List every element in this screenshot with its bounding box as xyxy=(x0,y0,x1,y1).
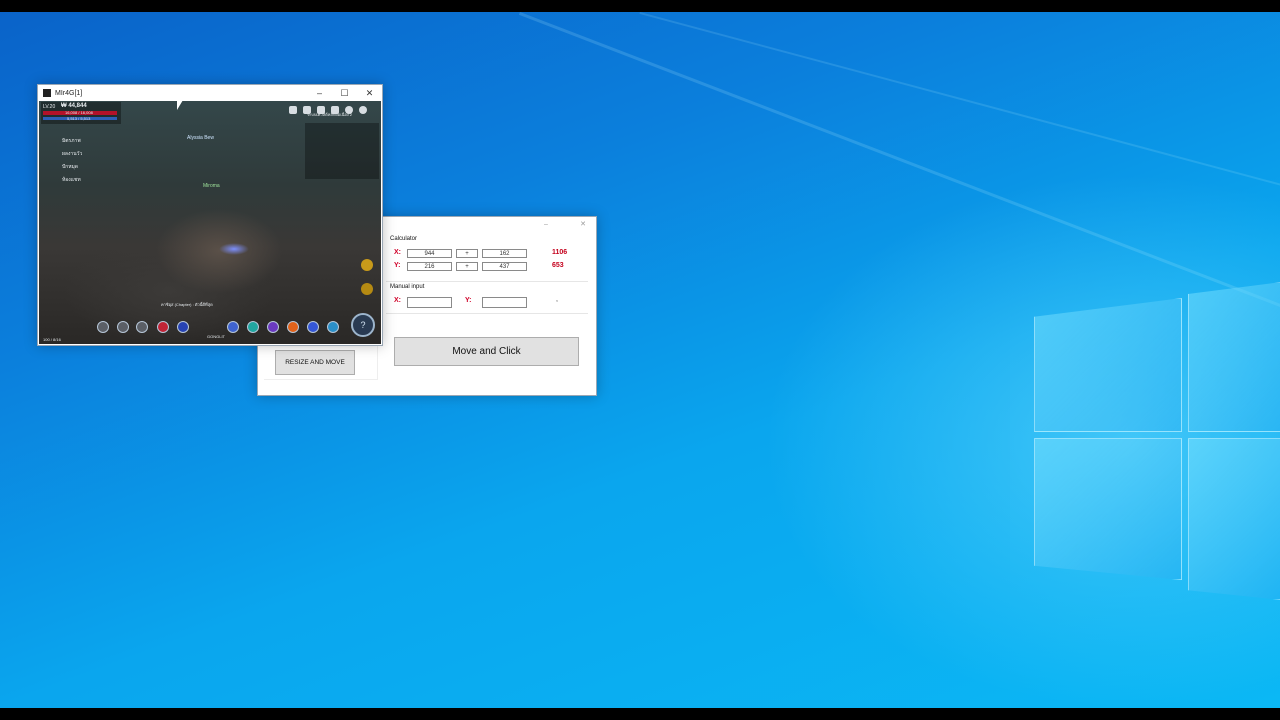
target-marker xyxy=(219,243,249,255)
skill-slot[interactable] xyxy=(136,321,148,333)
manual-x-input[interactable] xyxy=(407,297,452,308)
calc-y-label: Y: xyxy=(394,262,401,269)
skill-slot[interactable] xyxy=(157,321,169,333)
calc-y-b-field[interactable]: 437 xyxy=(482,262,527,271)
stat-line: 100 / 8/16 xyxy=(43,337,61,342)
calculator-group-label: Calculator xyxy=(390,236,418,242)
calc-y-operator[interactable]: + xyxy=(456,262,478,271)
mp-text: 5,513 / 5,513 xyxy=(67,116,91,121)
calc-y-a-field[interactable]: 216 xyxy=(407,262,452,271)
minimize-button[interactable]: – xyxy=(307,85,332,101)
game-viewport[interactable]: LV.20 ₩ 44,844 16,008 / 16,008 5,513 / 5… xyxy=(39,101,381,344)
menu-item[interactable]: ห้องแชท xyxy=(42,176,88,184)
hp-text: 16,008 / 16,008 xyxy=(65,110,93,115)
mouse-cursor-icon xyxy=(177,100,183,110)
maximize-button[interactable]: ☐ xyxy=(332,85,357,101)
skill-slot[interactable] xyxy=(247,321,259,333)
calc-x-operator[interactable]: + xyxy=(456,249,478,258)
manual-x-label: X: xyxy=(394,297,401,304)
hud-level: LV.20 xyxy=(43,104,56,110)
menu-item[interactable]: มิตรภาพ xyxy=(42,137,88,145)
resize-and-move-button[interactable]: RESIZE AND MOVE xyxy=(275,350,355,375)
manual-y-input[interactable] xyxy=(482,297,527,308)
skill-slot[interactable] xyxy=(97,321,109,333)
hud-power: ₩ 44,844 xyxy=(61,103,87,109)
game-window-title: MIr4G[1] xyxy=(55,89,83,97)
game-titlebar[interactable]: MIr4G[1] – ☐ ✕ xyxy=(38,85,382,101)
bell-icon[interactable] xyxy=(345,106,353,114)
question-icon: ? xyxy=(360,320,366,330)
manual-input-label: Manual input xyxy=(390,284,425,290)
calculator-group: Calculator X: 944 + 162 1106 Y: 216 + 43… xyxy=(386,235,588,282)
skill-slot[interactable] xyxy=(227,321,239,333)
manual-y-label: Y: xyxy=(465,297,472,304)
skill-slot[interactable] xyxy=(117,321,129,333)
potion-icon[interactable] xyxy=(361,259,373,271)
social-icon[interactable] xyxy=(331,106,339,114)
left-menu: มิตรภาพ ผลงานวัว ปักหมุด ห้องแชท xyxy=(42,137,88,184)
close-button[interactable]: ✕ xyxy=(570,220,596,228)
auto-battle-button[interactable]: ? xyxy=(351,313,375,337)
close-button[interactable]: ✕ xyxy=(357,85,382,101)
nearby-name-tag: Alyssia Bew xyxy=(187,135,214,141)
calc-x-label: X: xyxy=(394,249,401,256)
move-and-click-button[interactable]: Move and Click xyxy=(394,337,579,366)
chat-line: คาชิอุส (Chapter) : ตัวนี้ดีที่สุด xyxy=(161,302,213,307)
potion-icon[interactable] xyxy=(361,283,373,295)
calc-x-result: 1106 xyxy=(552,249,568,256)
plus-icon[interactable] xyxy=(359,106,367,114)
bottom-letterbox xyxy=(0,708,1280,720)
top-right-icons xyxy=(289,106,379,115)
bag-icon[interactable] xyxy=(303,106,311,114)
quest-panel[interactable] xyxy=(305,123,379,179)
wallpaper-light-beam xyxy=(639,12,1280,247)
skill-slot[interactable] xyxy=(307,321,319,333)
bottom-label: GONGLIT xyxy=(207,334,226,339)
menu-item[interactable]: ปักหมุด xyxy=(42,163,88,171)
calc-x-b-field[interactable]: 162 xyxy=(482,249,527,258)
app-icon xyxy=(43,89,51,97)
skill-slot[interactable] xyxy=(267,321,279,333)
calc-x-a-field[interactable]: 944 xyxy=(407,249,452,258)
wallpaper-light-beam xyxy=(518,12,1280,338)
menu-item[interactable]: ผลงานวัว xyxy=(42,150,88,158)
shop-icon[interactable] xyxy=(289,106,297,114)
skill-slot[interactable] xyxy=(327,321,339,333)
game-window[interactable]: MIr4G[1] – ☐ ✕ LV.20 ₩ 44,844 16,008 / 1… xyxy=(37,84,383,346)
skill-slot[interactable] xyxy=(177,321,189,333)
manual-input-group: Manual input X: Y: , xyxy=(386,283,588,314)
player-name-tag: Miroma xyxy=(203,183,220,189)
calc-y-result: 653 xyxy=(552,262,564,269)
minimize-button[interactable]: – xyxy=(522,221,570,228)
manual-separator: , xyxy=(556,296,558,303)
top-letterbox xyxy=(0,0,1280,12)
skill-slot[interactable] xyxy=(287,321,299,333)
mail-icon[interactable] xyxy=(317,106,325,114)
